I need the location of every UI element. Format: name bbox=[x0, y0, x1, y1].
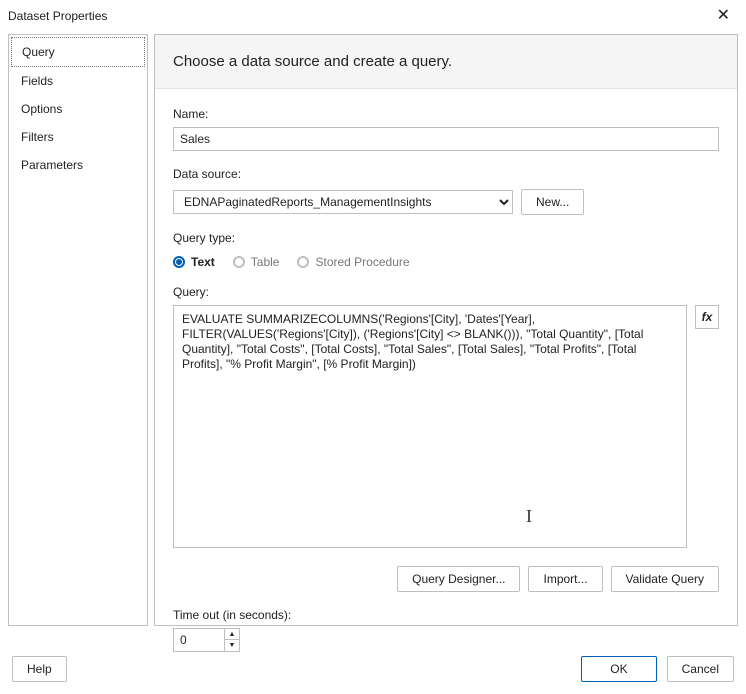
sidebar-item-label: Parameters bbox=[21, 158, 83, 172]
query-textarea[interactable]: EVALUATE SUMMARIZECOLUMNS('Regions'[City… bbox=[174, 306, 686, 547]
spinner-up-icon[interactable]: ▲ bbox=[225, 629, 239, 640]
ok-button[interactable]: OK bbox=[581, 656, 656, 682]
sidebar-item-label: Options bbox=[21, 102, 62, 116]
querytype-table-radio[interactable]: Table bbox=[233, 255, 280, 269]
sidebar-item-label: Query bbox=[22, 45, 55, 59]
query-label: Query: bbox=[173, 285, 719, 299]
validate-query-button[interactable]: Validate Query bbox=[611, 566, 720, 592]
datasource-label: Data source: bbox=[173, 167, 719, 181]
sidebar-item-filters[interactable]: Filters bbox=[11, 123, 145, 151]
form-area: Name: Data source: EDNAPaginatedReports_… bbox=[155, 89, 737, 664]
page-heading: Choose a data source and create a query. bbox=[155, 35, 737, 89]
query-actions-row: Query Designer... Import... Validate Que… bbox=[173, 566, 719, 592]
datasource-row: EDNAPaginatedReports_ManagementInsights … bbox=[173, 189, 719, 215]
sidebar-item-options[interactable]: Options bbox=[11, 95, 145, 123]
cancel-button[interactable]: Cancel bbox=[667, 656, 734, 682]
radio-outer-icon bbox=[173, 256, 185, 268]
name-input[interactable] bbox=[173, 127, 719, 151]
main-panel: Choose a data source and create a query.… bbox=[154, 34, 738, 626]
sidebar-item-parameters[interactable]: Parameters bbox=[11, 151, 145, 179]
radio-label: Table bbox=[251, 255, 280, 269]
query-row: EVALUATE SUMMARIZECOLUMNS('Regions'[City… bbox=[173, 305, 719, 548]
sidebar-item-fields[interactable]: Fields bbox=[11, 67, 145, 95]
querytype-stored-radio[interactable]: Stored Procedure bbox=[297, 255, 409, 269]
import-button[interactable]: Import... bbox=[528, 566, 602, 592]
dialog-body: Query Fields Options Filters Parameters … bbox=[0, 28, 746, 632]
radio-label: Text bbox=[191, 255, 215, 269]
radio-outer-icon bbox=[297, 256, 309, 268]
title-bar: Dataset Properties ✕ bbox=[0, 0, 746, 28]
query-textarea-wrap: EVALUATE SUMMARIZECOLUMNS('Regions'[City… bbox=[173, 305, 687, 548]
nav-sidebar: Query Fields Options Filters Parameters bbox=[8, 34, 148, 626]
querytype-label: Query type: bbox=[173, 231, 719, 245]
sidebar-item-query[interactable]: Query bbox=[11, 37, 145, 67]
help-button[interactable]: Help bbox=[12, 656, 67, 682]
radio-label: Stored Procedure bbox=[315, 255, 409, 269]
expression-button[interactable]: fx bbox=[695, 305, 719, 329]
dialog-footer: Help OK Cancel bbox=[0, 646, 746, 694]
timeout-label: Time out (in seconds): bbox=[173, 608, 719, 622]
sidebar-item-label: Fields bbox=[21, 74, 53, 88]
querytype-radio-group: Text Table Stored Procedure bbox=[173, 255, 719, 269]
window-title: Dataset Properties bbox=[8, 9, 107, 23]
query-designer-button[interactable]: Query Designer... bbox=[397, 566, 520, 592]
fx-icon: fx bbox=[702, 310, 713, 324]
radio-outer-icon bbox=[233, 256, 245, 268]
close-icon[interactable]: ✕ bbox=[713, 8, 734, 24]
footer-right: OK Cancel bbox=[581, 656, 734, 682]
querytype-text-radio[interactable]: Text bbox=[173, 255, 215, 269]
radio-inner-icon bbox=[176, 259, 182, 265]
sidebar-item-label: Filters bbox=[21, 130, 54, 144]
datasource-select[interactable]: EDNAPaginatedReports_ManagementInsights bbox=[173, 190, 513, 214]
name-label: Name: bbox=[173, 107, 719, 121]
new-datasource-button[interactable]: New... bbox=[521, 189, 584, 215]
